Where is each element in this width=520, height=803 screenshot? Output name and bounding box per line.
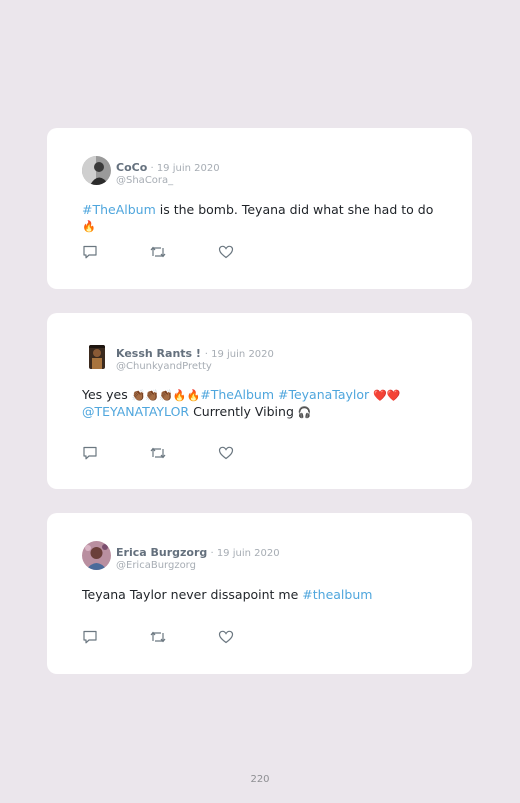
text-segment: Yes yes [82, 387, 132, 402]
retweet-icon[interactable] [150, 446, 166, 460]
text-segment: is the bomb. Teyana did what she had to … [155, 202, 434, 217]
author-name[interactable]: CoCo [116, 161, 147, 174]
tweet-card: Erica Burgzorg · 19 juin 2020 @EricaBurg… [47, 513, 472, 674]
author-handle[interactable]: @EricaBurgzorg [116, 560, 280, 571]
author-handle[interactable]: @ShaCora_ [116, 175, 220, 186]
avatar[interactable] [82, 156, 111, 185]
tweet-date[interactable]: 19 juin 2020 [217, 548, 280, 559]
author-meta: CoCo · 19 juin 2020 @ShaCora_ [116, 156, 220, 186]
mention-link[interactable]: @TEYANATAYLOR [82, 404, 189, 419]
retweet-icon[interactable] [150, 245, 166, 259]
like-icon[interactable] [218, 630, 234, 644]
tweet-text: #TheAlbum is the bomb. Teyana did what s… [82, 202, 442, 235]
clap-fire-emoji: 👏🏾👏🏾👏🏾🔥🔥 [131, 389, 201, 402]
separator: · [147, 163, 157, 174]
retweet-icon[interactable] [150, 630, 166, 644]
headphones-emoji: 🎧 [297, 406, 312, 419]
like-icon[interactable] [218, 245, 234, 259]
hashtag-link[interactable]: #TeyanaTaylor [278, 387, 369, 402]
tweet-card: Kessh Rants ! · 19 juin 2020 @ChunkyandP… [47, 313, 472, 489]
hashtag-link[interactable]: #TheAlbum [200, 387, 274, 402]
reply-icon[interactable] [82, 630, 98, 644]
reply-icon[interactable] [82, 245, 98, 259]
tweet-text: Yes yes 👏🏾👏🏾👏🏾🔥🔥#TheAlbum #TeyanaTaylor … [82, 387, 442, 421]
text-segment: Currently Vibing [189, 404, 298, 419]
reply-icon[interactable] [82, 446, 98, 460]
tweet-text: Teyana Taylor never dissapoint me #theal… [82, 587, 442, 603]
author-meta: Kessh Rants ! · 19 juin 2020 @ChunkyandP… [116, 342, 274, 372]
like-icon[interactable] [218, 446, 234, 460]
avatar[interactable] [89, 345, 105, 369]
author-name[interactable]: Kessh Rants ! [116, 347, 205, 360]
hashtag-link[interactable]: #thealbum [302, 587, 372, 602]
avatar[interactable] [82, 541, 111, 570]
hashtag-link[interactable]: #TheAlbum [82, 202, 156, 217]
page-number: 220 [250, 774, 270, 785]
author-name[interactable]: Erica Burgzorg [116, 546, 207, 559]
text-segment: Teyana Taylor never dissapoint me [82, 587, 303, 602]
author-meta: Erica Burgzorg · 19 juin 2020 @EricaBurg… [116, 541, 280, 571]
separator: · [207, 548, 217, 559]
author-handle[interactable]: @ChunkyandPretty [116, 361, 274, 372]
tweet-date[interactable]: 19 juin 2020 [157, 163, 220, 174]
tweet-date[interactable]: 19 juin 2020 [211, 349, 274, 360]
heart-emoji: ❤️❤️ [373, 389, 401, 402]
tweet-card: CoCo · 19 juin 2020 @ShaCora_ #TheAlbum … [47, 128, 472, 289]
fire-emoji: 🔥 [82, 220, 96, 233]
